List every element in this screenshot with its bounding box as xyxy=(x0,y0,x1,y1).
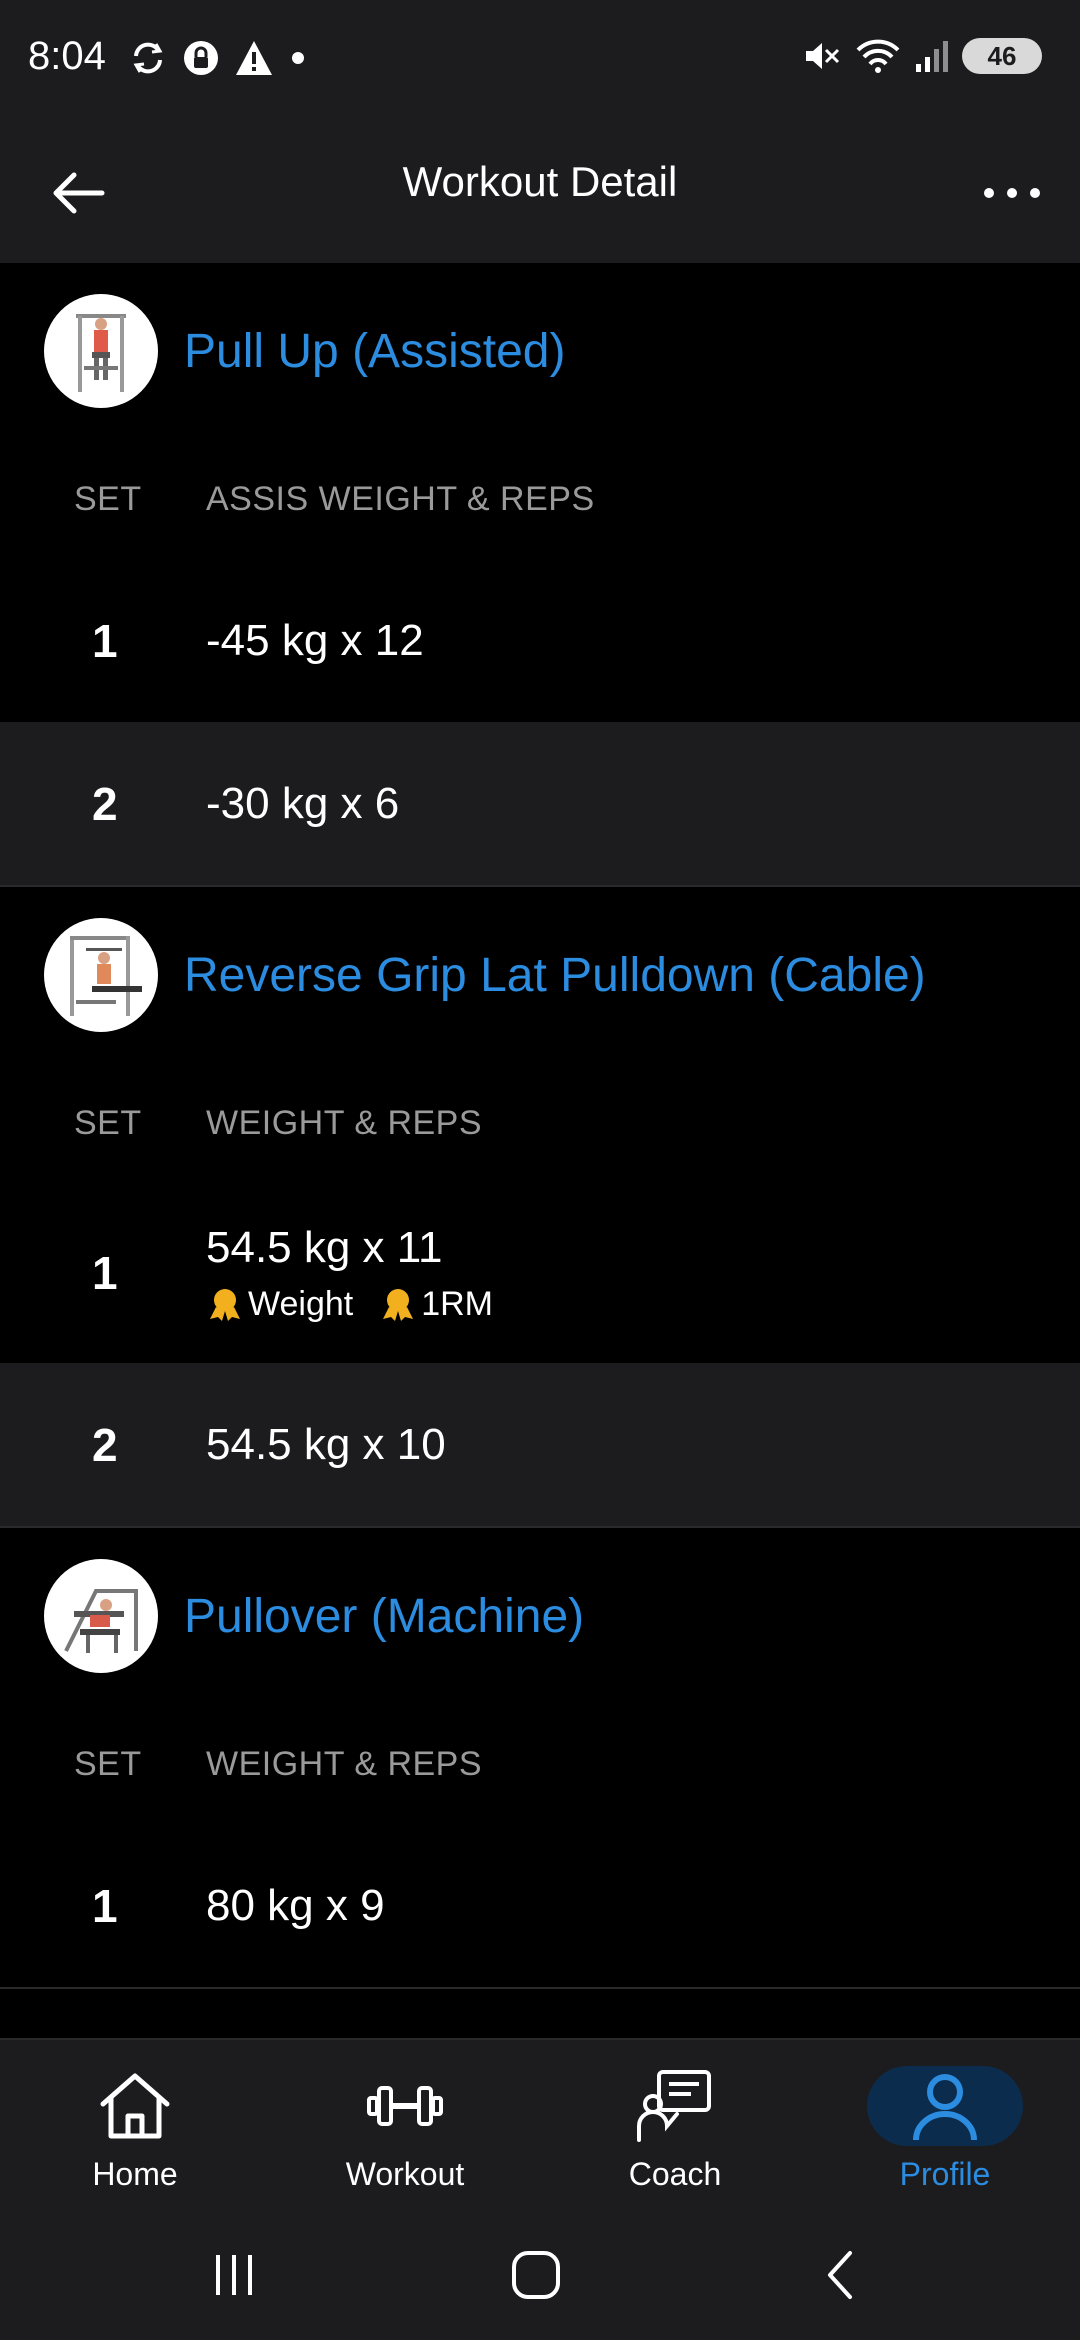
nav-item-home[interactable]: Home xyxy=(0,2040,270,2200)
chevron-left-icon xyxy=(828,2251,852,2299)
exercise-block: Pull Up (Assisted) SET ASSIS WEIGHT & RE… xyxy=(0,263,1080,887)
sync-icon xyxy=(133,42,163,74)
system-navigation-bar xyxy=(0,2200,1080,2340)
mute-icon xyxy=(806,43,840,69)
status-bar: 8:04 46 xyxy=(0,0,1080,120)
back-system-button[interactable] xyxy=(800,2240,880,2310)
battery-indicator: 46 xyxy=(962,38,1042,74)
exercise-header[interactable]: Reverse Grip Lat Pulldown (Cable) xyxy=(0,887,1080,1063)
status-right-icons: 46 xyxy=(802,36,1042,76)
nav-item-coach[interactable]: Coach xyxy=(540,2040,810,2200)
exercise-thumbnail xyxy=(44,918,158,1032)
badge-label: Weight xyxy=(248,1284,354,1323)
set-value: 54.5 kg x 11 xyxy=(206,1222,443,1272)
set-column-header: SET xyxy=(74,1103,142,1142)
workout-content[interactable]: Pull Up (Assisted) SET ASSIS WEIGHT & RE… xyxy=(0,263,1080,2038)
set-column-header: SET xyxy=(74,1744,142,1783)
value-column-header: WEIGHT & REPS xyxy=(206,1744,483,1783)
set-number: 2 xyxy=(92,777,118,830)
nav-icon-wrap xyxy=(327,2066,483,2146)
record-badges: Weight 1RM xyxy=(206,1285,493,1324)
nav-label-home: Home xyxy=(92,2156,178,2192)
coach-board-icon xyxy=(637,2070,711,2142)
recent-apps-icon xyxy=(216,2255,252,2295)
warning-icon xyxy=(236,41,272,75)
medal-icon xyxy=(383,1289,414,1321)
exercise-block: Reverse Grip Lat Pulldown (Cable) SET WE… xyxy=(0,887,1080,1528)
value-column-header: WEIGHT & REPS xyxy=(206,1103,483,1142)
exercise-name[interactable]: Pull Up (Assisted) xyxy=(184,324,565,379)
nav-label-workout: Workout xyxy=(345,2156,465,2192)
nav-label-coach: Coach xyxy=(628,2156,722,2192)
home-system-button[interactable] xyxy=(496,2240,576,2310)
set-value: 54.5 kg x 10 xyxy=(206,1419,446,1469)
exercise-thumbnail xyxy=(44,1559,158,1673)
notification-dot-icon xyxy=(292,52,304,64)
set-number: 1 xyxy=(92,1247,118,1299)
badge-label: 1RM xyxy=(421,1284,494,1323)
dumbbell-icon xyxy=(367,2086,443,2126)
set-value: -30 kg x 6 xyxy=(206,778,400,828)
set-value: 80 kg x 9 xyxy=(206,1880,385,1930)
1rm-record-badge: 1RM xyxy=(379,1285,493,1324)
value-column-header: ASSIS WEIGHT & REPS xyxy=(206,479,595,518)
exercise-header[interactable]: Pull Up (Assisted) xyxy=(0,263,1080,439)
exercise-thumbnail xyxy=(44,294,158,408)
set-row: 1 80 kg x 9 xyxy=(0,1824,1080,1987)
signal-icon xyxy=(916,41,948,72)
nav-label-profile: Profile xyxy=(899,2156,991,2192)
nav-item-workout[interactable]: Workout xyxy=(270,2040,540,2200)
nav-item-profile[interactable]: Profile xyxy=(810,2040,1080,2200)
exercise-name[interactable]: Pullover (Machine) xyxy=(184,1589,584,1644)
exercise-block: Pullover (Machine) SET WEIGHT & REPS 1 8… xyxy=(0,1528,1080,1989)
weight-record-badge: Weight xyxy=(206,1285,353,1324)
sets-header: SET WEIGHT & REPS xyxy=(0,1063,1080,1183)
nav-icon-wrap xyxy=(57,2066,213,2146)
vpn-lock-icon xyxy=(184,41,218,75)
sets-header: SET WEIGHT & REPS xyxy=(0,1704,1080,1824)
pullover-machine-illustration-icon xyxy=(64,1589,138,1653)
set-row: 2 54.5 kg x 10 xyxy=(0,1363,1080,1526)
bottom-navigation: Home Workout Coach Profile xyxy=(0,2038,1080,2200)
set-value: -45 kg x 12 xyxy=(206,615,424,665)
page-title: Workout Detail xyxy=(402,158,678,205)
set-row: 2 -30 kg x 6 xyxy=(0,722,1080,885)
set-number: 2 xyxy=(92,1418,118,1471)
lat-pulldown-illustration-icon xyxy=(70,936,142,1016)
set-row: 1 -45 kg x 12 xyxy=(0,559,1080,722)
medal-icon xyxy=(210,1289,240,1321)
exercise-header[interactable]: Pullover (Machine) xyxy=(0,1528,1080,1704)
nav-icon-wrap xyxy=(597,2066,753,2146)
set-row: 1 54.5 kg x 11 Weight 1RM xyxy=(0,1183,1080,1363)
more-horizontal-icon xyxy=(984,188,1040,198)
status-left-icons xyxy=(128,38,308,78)
wifi-icon xyxy=(856,39,900,73)
set-column-header: SET xyxy=(74,479,142,518)
app-bar: Workout Detail xyxy=(0,120,1080,263)
home-icon xyxy=(100,2073,170,2139)
sets-header: SET ASSIS WEIGHT & REPS xyxy=(0,439,1080,559)
battery-level: 46 xyxy=(987,40,1017,71)
home-circle-icon xyxy=(512,2251,560,2299)
recent-apps-button[interactable] xyxy=(194,2240,274,2310)
set-number: 1 xyxy=(92,1879,118,1932)
more-options-button[interactable] xyxy=(974,160,1050,226)
status-time: 8:04 xyxy=(28,34,106,78)
exercise-name[interactable]: Reverse Grip Lat Pulldown (Cable) xyxy=(184,948,926,1003)
nav-icon-wrap xyxy=(867,2066,1023,2146)
pull-up-illustration-icon xyxy=(76,314,126,392)
set-number: 1 xyxy=(92,614,118,667)
set-details: 54.5 kg x 11 Weight 1RM xyxy=(206,1223,493,1324)
profile-icon xyxy=(913,2074,977,2141)
